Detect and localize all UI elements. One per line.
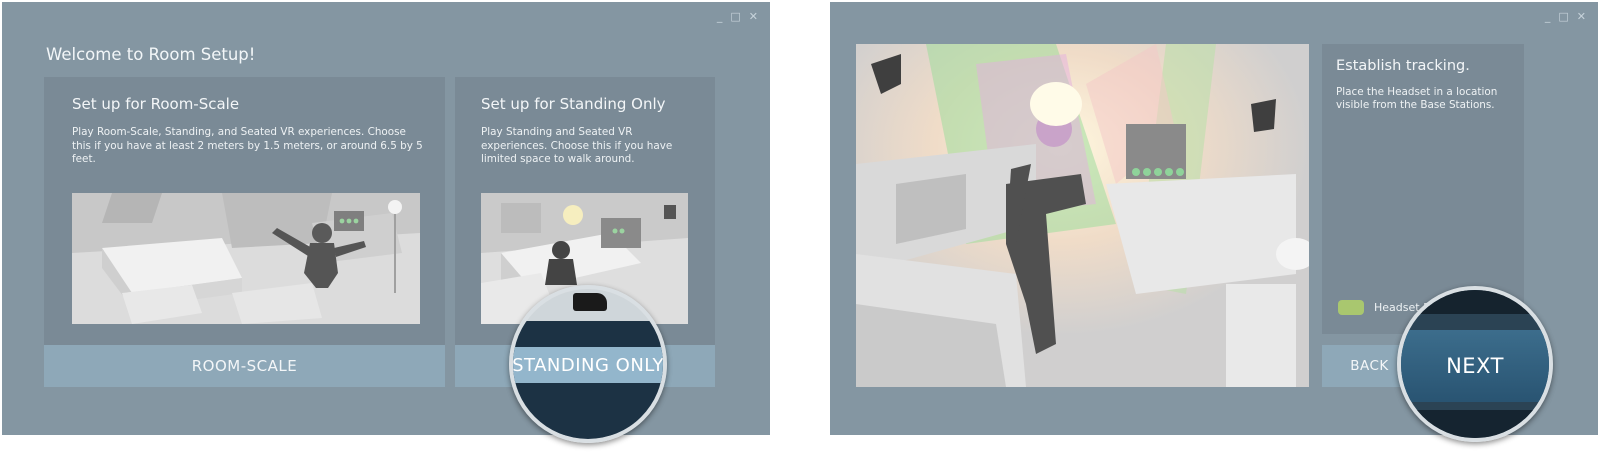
room-scale-button[interactable]: ROOM-SCALE [44,345,445,387]
headset-status-indicator-icon [1338,300,1364,315]
maximize-icon[interactable]: □ [730,11,740,22]
page-title: Welcome to Room Setup! [46,45,256,64]
tracking-illustration [856,44,1309,387]
room-scale-card: Set up for Room-Scale Play Room-Scale, S… [44,77,445,345]
standing-only-button-label: STANDING ONLY [512,354,664,376]
minimize-icon[interactable]: _ [717,11,723,22]
minimize-icon[interactable]: _ [1545,11,1551,22]
standing-only-zoom: STANDING ONLY [509,285,667,443]
room-scale-description: Play Room-Scale, Standing, and Seated VR… [72,126,423,165]
standing-heading: Set up for Standing Only [481,95,666,113]
room-scale-button-label: ROOM-SCALE [191,357,298,375]
window-controls: _ □ ✕ [1545,11,1586,22]
room-scale-illustration [72,193,420,324]
panel-instructions: Place the Headset in a location visible … [1336,86,1498,111]
maximize-icon[interactable]: □ [1558,11,1568,22]
close-icon[interactable]: ✕ [1577,11,1586,22]
window-controls: _ □ ✕ [717,11,758,22]
close-icon[interactable]: ✕ [749,11,758,22]
back-button-label: BACK [1350,358,1389,374]
panel-title: Establish tracking. [1336,58,1470,74]
establish-tracking-window: _ □ ✕ Establish tracking. Place the Head… [830,2,1598,442]
next-button-label[interactable]: NEXT [1401,330,1549,402]
standing-description: Play Standing and Seated VR experiences.… [481,126,673,165]
room-scale-heading: Set up for Room-Scale [72,95,240,113]
next-button-zoom: NEXT [1397,286,1553,442]
room-setup-window: _ □ ✕ Welcome to Room Setup! Set up for … [2,2,770,443]
